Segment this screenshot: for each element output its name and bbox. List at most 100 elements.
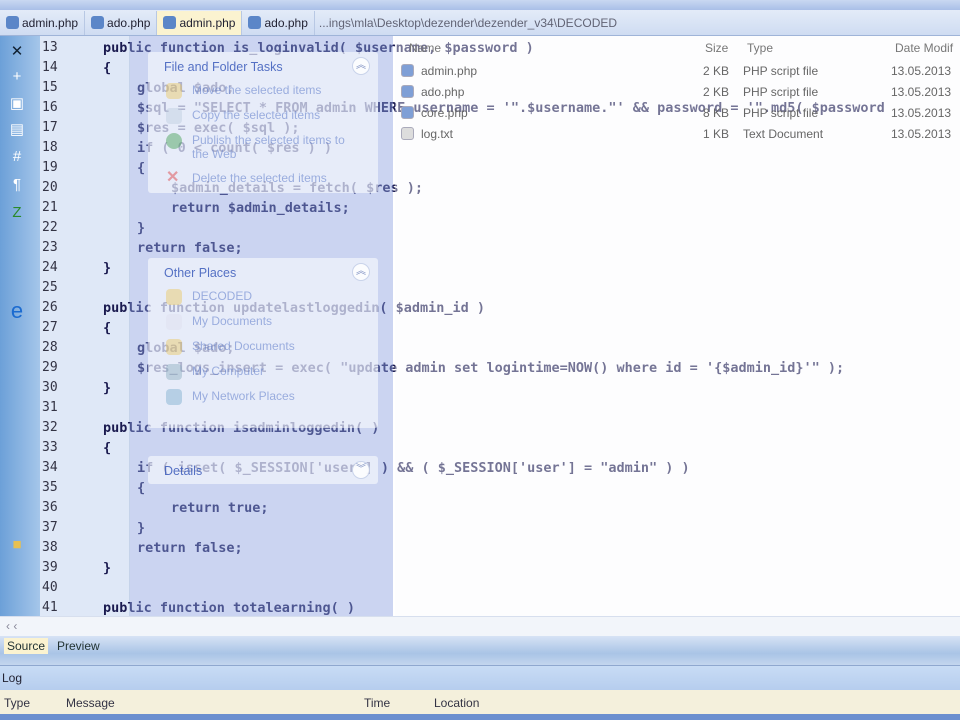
task-publish[interactable]: Publish the selected items to the Web	[148, 130, 378, 168]
code-line: {	[103, 320, 112, 336]
expand-chevron-icon[interactable]: ︾	[352, 461, 370, 479]
collapse-chevron-icon[interactable]: ︽	[352, 263, 370, 281]
task-move[interactable]: Move the selected items	[148, 80, 378, 105]
z-icon[interactable]: Z	[6, 204, 28, 222]
tab-admin-php-active[interactable]: admin.php	[157, 10, 243, 35]
network-icon	[166, 389, 182, 405]
line-number: 41	[42, 600, 58, 615]
line-number: 32	[42, 420, 58, 435]
line-number: 36	[42, 500, 58, 515]
file-date: 13.05.2013	[891, 85, 952, 99]
scroll-left-icon[interactable]: ‹ ‹	[6, 619, 17, 633]
file-name[interactable]: log.txt	[421, 127, 453, 141]
file-date: 13.05.2013	[891, 106, 952, 120]
column-name[interactable]: Name	[409, 41, 441, 55]
log-column-message[interactable]: Message	[66, 696, 115, 710]
line-number: 23	[42, 240, 58, 255]
place-my-network[interactable]: My Network Places	[148, 386, 378, 411]
horizontal-scrollbar[interactable]: ‹ ‹	[0, 616, 960, 636]
tab-ado-php-2[interactable]: ado.php	[242, 10, 315, 35]
computer-icon[interactable]: ▣	[6, 94, 28, 112]
line-number: 40	[42, 580, 58, 595]
file-size: 1 KB	[703, 127, 730, 141]
line-number: 38	[42, 540, 58, 555]
folder-icon	[166, 289, 182, 305]
code-line: {	[103, 60, 112, 76]
line-number: 39	[42, 560, 58, 575]
plus-icon[interactable]: +	[6, 68, 28, 86]
file-type: PHP script file	[743, 64, 819, 78]
file-tabs: admin.php ado.php admin.php ado.php ...i…	[0, 10, 960, 36]
globe-icon	[166, 133, 182, 149]
details-panel: Details ︾	[148, 456, 378, 484]
php-file-icon	[401, 64, 414, 77]
collapse-chevron-icon[interactable]: ︽	[352, 57, 370, 75]
log-column-location[interactable]: Location	[434, 696, 479, 710]
php-file-icon	[6, 16, 19, 29]
file-type: Text Document	[743, 127, 824, 141]
php-file-icon	[91, 16, 105, 29]
line-number: 13	[42, 40, 58, 55]
task-copy[interactable]: Copy the selected items	[148, 105, 378, 130]
file-size: 8 KB	[703, 106, 730, 120]
internet-explorer-icon[interactable]: e	[6, 298, 28, 323]
line-number: 37	[42, 520, 58, 535]
title-bar	[0, 0, 960, 10]
line-number: 35	[42, 480, 58, 495]
line-number: 33	[42, 440, 58, 455]
log-panel-title: Log	[0, 666, 960, 690]
file-type: PHP script file	[743, 106, 819, 120]
log-column-type[interactable]: Type	[4, 696, 30, 710]
code-line: }	[103, 260, 112, 276]
file-folder-tasks-panel: File and Folder Tasks ︽ Move the selected…	[148, 52, 378, 193]
panel-title: File and Folder Tasks	[164, 60, 283, 74]
line-number: 31	[42, 400, 58, 415]
folder-icon	[166, 339, 182, 355]
line-number: 25	[42, 280, 58, 295]
side-toolbar: ✕ + ▣ ▤ # ¶ Z e ■	[0, 36, 40, 616]
tab-source[interactable]: Source	[4, 638, 49, 654]
log-column-time[interactable]: Time	[364, 696, 390, 710]
text-file-icon	[401, 127, 414, 140]
place-my-computer[interactable]: My Computer	[148, 361, 378, 386]
file-name[interactable]: admin.php	[421, 64, 477, 78]
paragraph-icon[interactable]: ¶	[6, 176, 28, 194]
line-number: 27	[42, 320, 58, 335]
file-list: Name Size Type Date Modif admin.php 2 KB P…	[395, 36, 960, 616]
hash-icon[interactable]: #	[6, 148, 28, 166]
line-number: 29	[42, 360, 58, 375]
panel-title: Other Places	[164, 266, 237, 280]
folder-icon[interactable]: ■	[6, 536, 28, 554]
column-date[interactable]: Date Modif	[895, 41, 953, 55]
line-number: 20	[42, 180, 58, 195]
close-icon[interactable]: ✕	[6, 42, 28, 60]
taskbar-strip	[0, 714, 960, 720]
move-icon	[166, 83, 182, 99]
tab-admin-php[interactable]: admin.php	[0, 10, 86, 35]
column-size[interactable]: Size	[705, 41, 728, 55]
place-shared-documents[interactable]: Shared Documents	[148, 336, 378, 361]
line-number: 17	[42, 120, 58, 135]
documents-icon	[166, 314, 182, 330]
tab-preview[interactable]: Preview	[54, 638, 103, 654]
file-name[interactable]: ado.php	[421, 85, 464, 99]
line-number: 21	[42, 200, 58, 215]
place-my-documents[interactable]: My Documents	[148, 311, 378, 336]
view-tabs: Source Preview	[0, 636, 960, 666]
task-delete[interactable]: ✕ Delete the selected items	[148, 168, 378, 193]
document-icon[interactable]: ▤	[6, 120, 28, 138]
line-number-gutter: 13 14 15 16 17 18 19 20 21 22 23 24 25 26 27 28 29 30 31 32…	[40, 36, 130, 616]
column-type[interactable]: Type	[747, 41, 773, 55]
address-path: ...ings\mla\Desktop\dezender\dezender_v3…	[318, 15, 618, 30]
line-number: 24	[42, 260, 58, 275]
other-places-panel: Other Places ︽ DECODED My Documents Share…	[148, 258, 378, 428]
php-file-icon	[401, 85, 414, 98]
line-number: 22	[42, 220, 58, 235]
line-number: 18	[42, 140, 58, 155]
file-name[interactable]: core.php	[421, 106, 468, 120]
place-decoded[interactable]: DECODED	[148, 286, 378, 311]
file-date: 13.05.2013	[891, 127, 952, 141]
tab-ado-php[interactable]: ado.php	[85, 10, 158, 35]
file-date: 13.05.2013	[891, 64, 952, 78]
code-line: {	[103, 440, 112, 456]
